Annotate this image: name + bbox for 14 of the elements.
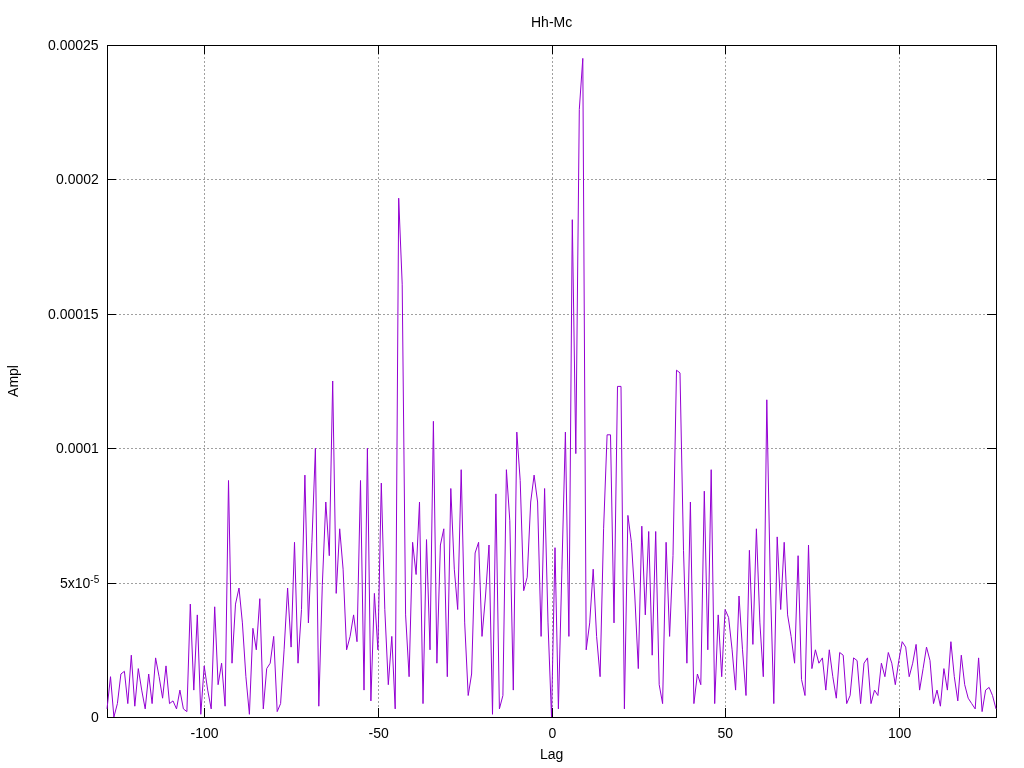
y-tick-label: 0.0002 [56,171,99,186]
x-tick-label: -50 [368,726,389,740]
y-axis-label: Ampl [5,365,20,397]
y-tick-label: 0.00015 [48,306,99,321]
x-axis-label: Lag [540,747,564,761]
x-tick-label: 0 [548,726,557,740]
x-tick-label: 100 [888,726,912,740]
x-tick-label: -100 [190,726,219,740]
x-tick-label: 50 [717,726,734,740]
chart-title: Hh-Mc [531,15,573,29]
y-tick-label: 0.00025 [48,37,99,52]
y-tick-label: 5x10$^{-5}$ [60,575,100,590]
y-tick-label: 0 [91,709,99,724]
y-tick-label: 0.0001 [56,440,99,455]
